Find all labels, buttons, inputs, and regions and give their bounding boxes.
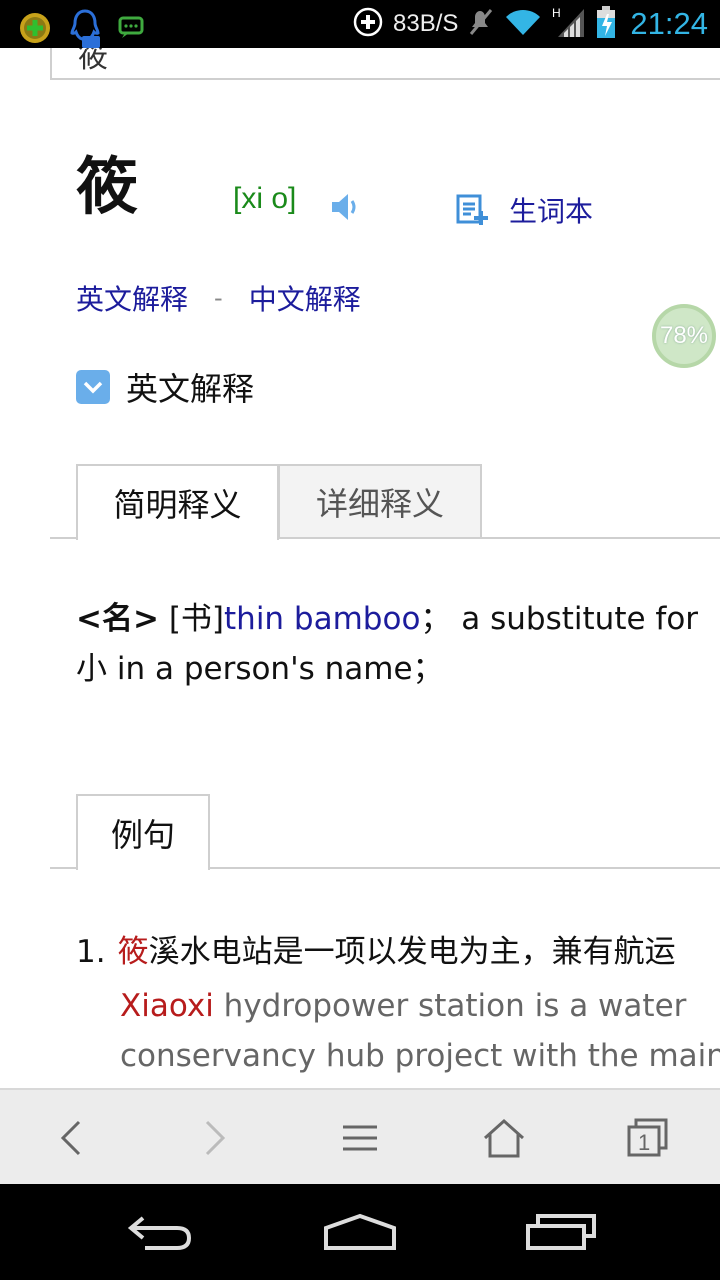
- nav-recents-icon[interactable]: [520, 1206, 600, 1258]
- definition-text-cont: 小 in a person's name；: [76, 651, 444, 687]
- clock: 21:24: [630, 6, 708, 41]
- tabs-icon[interactable]: 1: [624, 1114, 672, 1162]
- example-item: 1. 筱溪水电站是一项以发电为主，兼有航运 Xiaoxi hydropower s…: [76, 926, 720, 1081]
- phonetic: [xi o]: [233, 182, 297, 215]
- qq-icon: [68, 8, 102, 52]
- explanation-links: 英文解释 - 中文解释: [76, 278, 361, 318]
- english-explanation-link[interactable]: 英文解释: [76, 278, 188, 318]
- search-text: 筱: [78, 48, 108, 75]
- example-english: Xiaoxi hydropower station is a water con…: [120, 981, 720, 1081]
- home-icon[interactable]: [480, 1114, 528, 1162]
- section-header[interactable]: 英文解释: [76, 364, 254, 410]
- signal-icon: H: [552, 5, 586, 43]
- wifi-icon: [504, 7, 542, 41]
- back-icon[interactable]: [48, 1114, 96, 1162]
- chevron-down-icon[interactable]: [76, 370, 110, 404]
- nav-home-icon[interactable]: [320, 1206, 400, 1258]
- definition-gloss[interactable]: thin bamboo: [224, 601, 420, 637]
- example-number: 1.: [76, 934, 106, 970]
- wordbook-button[interactable]: 生词本: [509, 190, 593, 230]
- plus-circle-icon: [18, 11, 52, 49]
- wordbook-icon[interactable]: [455, 193, 489, 231]
- browser-toolbar: 1: [0, 1088, 720, 1184]
- mute-icon: [468, 7, 494, 41]
- example-chinese-text: 溪水电站是一项以发电为主，兼有航运: [148, 934, 676, 970]
- tab-label: 简明释义: [113, 486, 242, 524]
- tabs-count: 1: [638, 1130, 650, 1155]
- tab-label: 例句: [110, 816, 175, 854]
- definition: <名> [书]thin bamboo； a substitute for 小 i…: [76, 594, 720, 694]
- example-english-text: hydropower station is a water: [213, 988, 687, 1024]
- chinese-explanation-link[interactable]: 中文解释: [249, 278, 361, 318]
- net-speed: 83B/S: [393, 10, 459, 37]
- definition-text: a substitute for: [461, 601, 699, 637]
- example-chinese: 1. 筱溪水电站是一项以发电为主，兼有航运: [76, 926, 720, 971]
- svg-text:H: H: [552, 6, 561, 20]
- tab-detailed[interactable]: 详细释义: [278, 464, 482, 538]
- tab-label: 详细释义: [315, 485, 444, 523]
- system-nav-bar: [0, 1184, 720, 1280]
- forward-icon[interactable]: [190, 1114, 238, 1162]
- menu-icon[interactable]: [336, 1114, 384, 1162]
- headword: 筱: [76, 150, 139, 223]
- add-circle-icon: [353, 7, 383, 41]
- link-separator: -: [214, 284, 223, 312]
- definition-separator: ；: [420, 601, 452, 637]
- tab-concise[interactable]: 简明释义: [76, 464, 279, 540]
- part-of-speech: <名>: [76, 601, 159, 637]
- status-bar: 83B/S H 21:24: [0, 0, 720, 48]
- section-title: 英文解释: [126, 370, 255, 408]
- example-english-text-cont: conservancy hub project with the main: [120, 1038, 720, 1074]
- nav-back-icon[interactable]: [120, 1206, 200, 1258]
- definition-tag: [书]: [168, 601, 225, 637]
- page-content: 筱 筱 [xi o] 生词本 英文解释 - 中文解释 78% 英文解释 简明释义…: [0, 48, 720, 1088]
- tab-examples[interactable]: 例句: [76, 794, 210, 870]
- search-input[interactable]: 筱: [50, 48, 720, 80]
- speaker-icon[interactable]: [330, 192, 362, 226]
- progress-badge[interactable]: 78%: [652, 304, 716, 368]
- battery-icon: [596, 5, 616, 43]
- example-highlight: 筱: [117, 934, 149, 970]
- example-en-highlight: Xiaoxi: [120, 988, 214, 1024]
- chat-icon: [118, 16, 144, 44]
